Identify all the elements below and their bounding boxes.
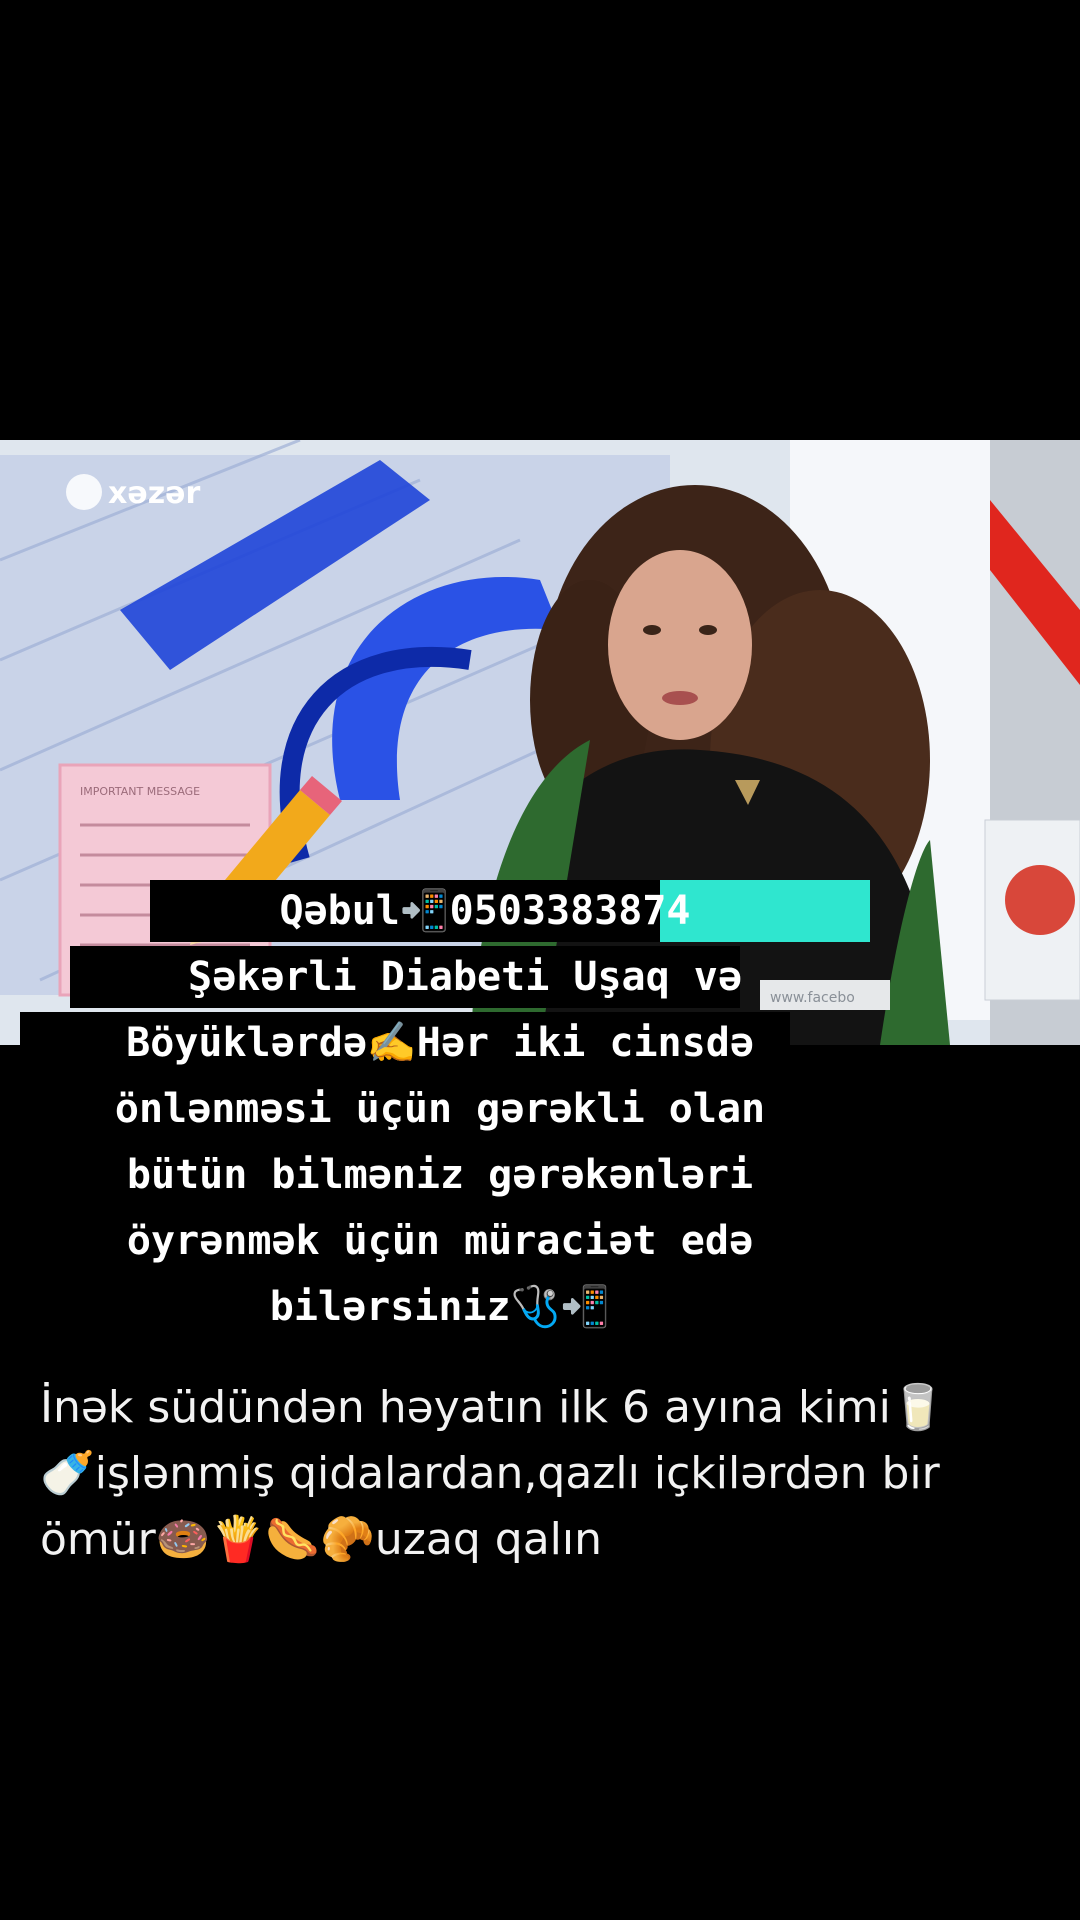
overlay-text-block: Qəbul📲0503383874 Şəkərli Diabeti Uşaq və… <box>0 878 1080 1340</box>
overlay-line-5: bütün bilməniz gərəkənləri <box>126 1152 754 1198</box>
channel-logo-icon <box>66 474 102 510</box>
overlay-line-6: öyrənmək üçün müraciət edə <box>126 1218 754 1264</box>
caption-line-2: 🍼işlənmiş qidalardan,qazlı içkilərdən bi… <box>40 1448 940 1499</box>
overlay-line-7: bilərsiniz🩺📲 <box>269 1284 611 1330</box>
channel-logo: xəzər <box>108 476 201 511</box>
board-header: IMPORTANT MESSAGE <box>80 785 200 798</box>
overlay-line-1: Qəbul📲0503383874 <box>0 878 1080 944</box>
overlay-line-4: önlənməsi üçün gərəkli olan <box>114 1086 766 1132</box>
overlay-line-2: Şəkərli Diabeti Uşaq və <box>0 944 1080 1010</box>
caption-line-1: İnək südündən həyatın ilk 6 ayına kimi🥛 <box>40 1382 946 1433</box>
overlay-line-3: Böyüklərdə✍️Hər iki cinsdə <box>0 1010 1080 1076</box>
caption-text: İnək südündən həyatın ilk 6 ayına kimi🥛 … <box>40 1375 1050 1573</box>
contact-phone: Qəbul📲0503383874 <box>279 888 691 934</box>
caption-line-3: ömür🍩🍟🌭🥐uzaq qalın <box>40 1514 602 1565</box>
